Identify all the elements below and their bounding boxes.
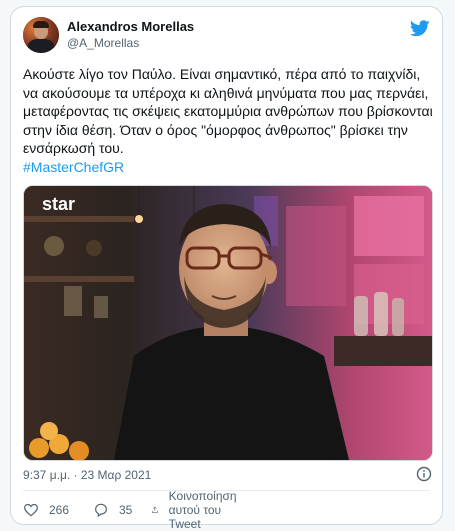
tweet-timestamp[interactable]: 9:37 μ.μ. · 23 Μαρ 2021 [23,468,151,482]
like-count: 266 [49,503,70,517]
share-button[interactable]: Κοινοποίηση αυτού του Tweet [151,489,245,531]
tweet-text: Ακούστε λίγο τον Παύλο. Είναι σημαντικό,… [23,65,433,176]
tweet-body: Ακούστε λίγο τον Παύλο. Είναι σημαντικό,… [23,66,433,156]
author-name[interactable]: Alexandros Morellas [67,19,194,34]
like-button[interactable]: 266 [23,500,69,520]
tweet-media[interactable]: star [23,185,433,461]
hashtag-link[interactable]: #MasterChefGR [23,159,124,175]
author-avatar[interactable] [23,17,59,53]
reply-count: 35 [119,503,133,517]
twitter-bird-icon[interactable] [410,20,430,37]
author-handle[interactable]: @A_Morellas [67,36,139,50]
reply-button[interactable]: 35 [93,500,132,520]
reply-icon [95,503,107,518]
share-label: Κοινοποίηση αυτού του Tweet [168,489,237,531]
video-still: star [24,186,432,460]
share-icon [151,506,158,513]
heart-icon [24,503,38,517]
tweet-card[interactable]: Alexandros Morellas @A_Morellas Ακούστε … [10,6,443,531]
info-icon[interactable] [416,466,432,482]
star-watermark: star [42,194,75,214]
